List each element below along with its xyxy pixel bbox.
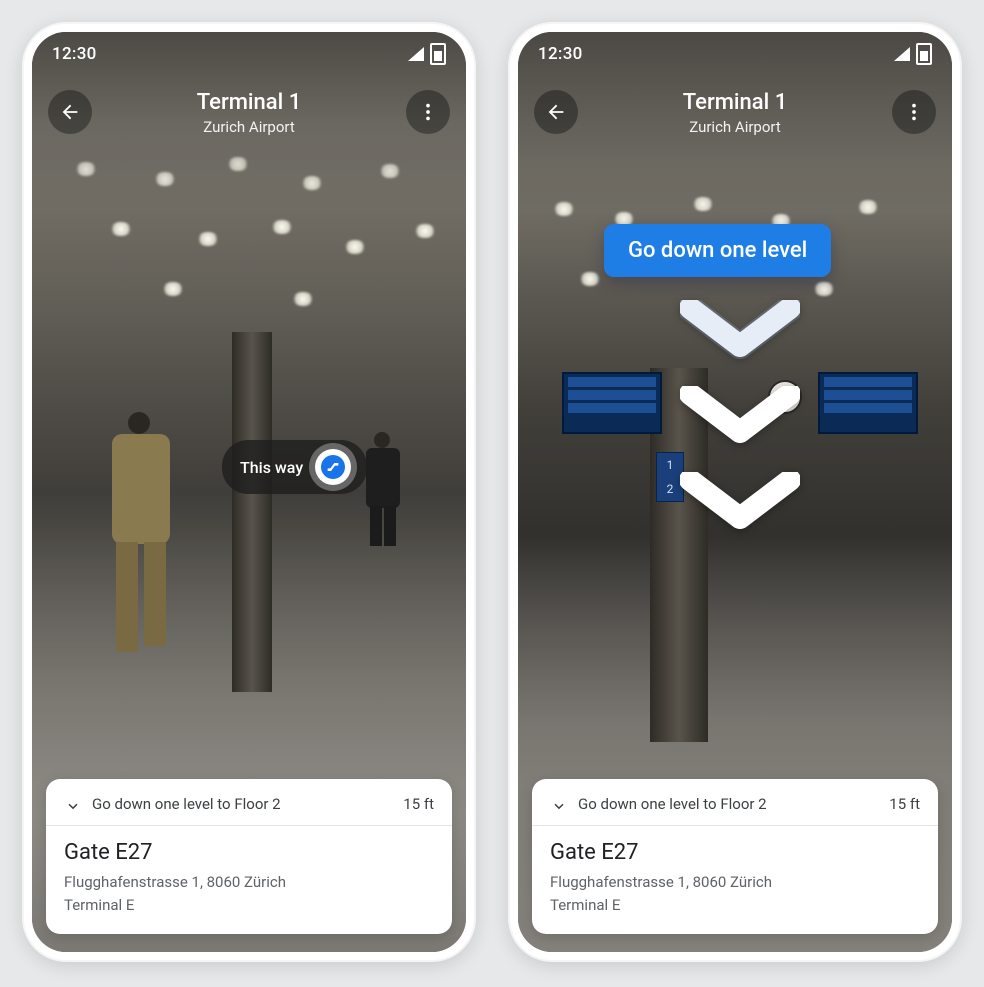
arrow-down-icon (550, 795, 568, 813)
status-icons (408, 43, 446, 65)
more-button[interactable] (892, 90, 936, 134)
card-instruction-row: Go down one level to Floor 2 15 ft (64, 795, 434, 813)
card-divider (46, 825, 452, 826)
pillar (232, 332, 272, 692)
directions-card[interactable]: Go down one level to Floor 2 15 ft Gate … (46, 779, 452, 934)
signal-icon (894, 47, 910, 61)
battery-icon (916, 43, 932, 65)
back-button[interactable] (534, 90, 578, 134)
ar-chevron-stack (680, 300, 800, 558)
destination-address: Flugghafenstrasse 1, 8060 Zürich (64, 871, 434, 894)
ar-instruction-banner: Go down one level (604, 224, 831, 277)
battery-icon (430, 43, 446, 65)
status-icons (894, 43, 932, 65)
destination-address: Flugghafenstrasse 1, 8060 Zürich (550, 871, 920, 894)
header-titles: Terminal 1 Zurich Airport (578, 90, 892, 136)
escalator-icon (325, 459, 341, 475)
ar-direction-pill: This way (222, 440, 367, 494)
header-subtitle: Zurich Airport (92, 118, 406, 136)
instruction-distance: 15 ft (403, 795, 434, 813)
screen: 12 12:30 Terminal 1 Zurich Airport (518, 32, 952, 952)
app-header: Terminal 1 Zurich Airport (518, 80, 952, 146)
chevron-down-icon (680, 300, 800, 364)
instruction-text: Go down one level to Floor 2 (92, 795, 393, 813)
back-button[interactable] (48, 90, 92, 134)
card-instruction-row: Go down one level to Floor 2 15 ft (550, 795, 920, 813)
signal-icon (408, 47, 424, 61)
destination-title: Gate E27 (550, 840, 920, 865)
header-titles: Terminal 1 Zurich Airport (92, 90, 406, 136)
person-silhouette (352, 432, 422, 552)
directions-card[interactable]: Go down one level to Floor 2 15 ft Gate … (532, 779, 938, 934)
ar-pill-text: This way (240, 458, 303, 477)
destination-terminal: Terminal E (64, 894, 434, 917)
departure-board (818, 372, 918, 434)
chevron-down-icon (680, 472, 800, 536)
arrow-down-icon (64, 795, 82, 813)
phone-mockup-right: 12 12:30 Terminal 1 Zurich Airport (508, 22, 962, 962)
more-vertical-icon (417, 101, 439, 123)
destination-title: Gate E27 (64, 840, 434, 865)
destination-terminal: Terminal E (550, 894, 920, 917)
chevron-down-icon (680, 386, 800, 450)
card-divider (532, 825, 938, 826)
more-vertical-icon (903, 101, 925, 123)
person-silhouette (72, 412, 192, 672)
more-button[interactable] (406, 90, 450, 134)
arrow-left-icon (59, 101, 81, 123)
header-subtitle: Zurich Airport (578, 118, 892, 136)
status-time: 12:30 (538, 44, 583, 64)
ar-pill-icon-circle (315, 449, 351, 485)
status-bar: 12:30 (518, 32, 952, 76)
arrow-left-icon (545, 101, 567, 123)
departure-board (562, 372, 662, 434)
screen: 12:30 Terminal 1 Zurich Airport (32, 32, 466, 952)
header-title: Terminal 1 (578, 90, 892, 116)
instruction-distance: 15 ft (889, 795, 920, 813)
status-bar: 12:30 (32, 32, 466, 76)
phone-mockup-left: 12:30 Terminal 1 Zurich Airport (22, 22, 476, 962)
app-header: Terminal 1 Zurich Airport (32, 80, 466, 146)
ar-banner-text: Go down one level (628, 238, 807, 263)
header-title: Terminal 1 (92, 90, 406, 116)
status-time: 12:30 (52, 44, 97, 64)
instruction-text: Go down one level to Floor 2 (578, 795, 879, 813)
